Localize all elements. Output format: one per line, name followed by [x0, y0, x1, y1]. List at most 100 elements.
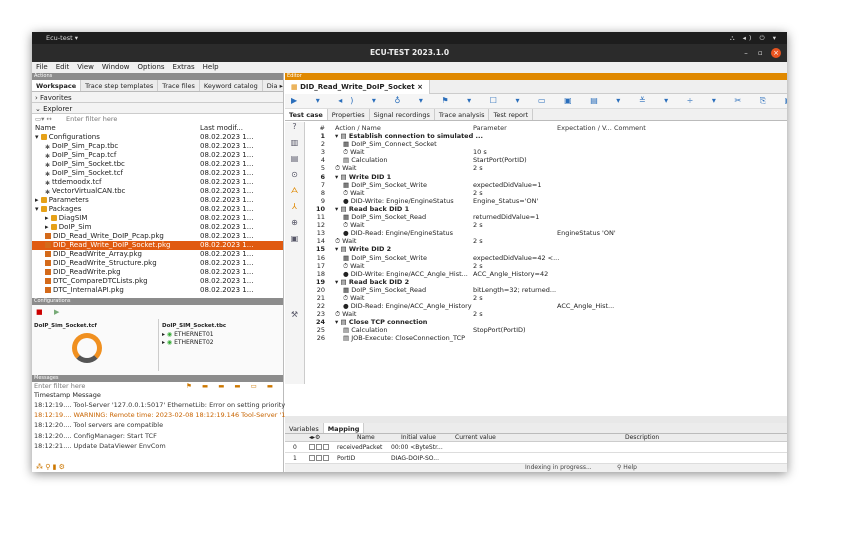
- test-step-row[interactable]: 3 ⏱ Wait 10 s: [307, 148, 785, 156]
- cfg-ethernet01[interactable]: ▸ ◉ ETHERNET01: [162, 331, 214, 338]
- variable-row[interactable]: 0 receivedPacket 00:00 <ByteStr...: [285, 442, 787, 453]
- tab-keyword-catalog[interactable]: Keyword catalog: [200, 80, 263, 91]
- test-step-row[interactable]: 17 ⏱ Wait 2 s: [307, 262, 785, 270]
- cfg-ethernet02[interactable]: ▸ ◉ ETHERNET02: [162, 339, 214, 346]
- checkbox[interactable]: [309, 455, 315, 461]
- tab-properties[interactable]: Properties: [328, 109, 370, 120]
- filter-input[interactable]: Enter filter here: [66, 115, 117, 123]
- test-step-row[interactable]: 12 ⏱ Wait 2 s: [307, 221, 785, 229]
- message-row[interactable]: 18:12:19.... WARNING: Remote time: 2023-…: [34, 410, 308, 420]
- tree-item[interactable]: DID_Read_Write_DoIP_Pcap.pkg 08.02.2023 1…: [32, 232, 283, 241]
- expand-icon[interactable]: ▸: [45, 214, 51, 222]
- test-step-row[interactable]: 19 ▾ ▤ Read back DID 2: [307, 278, 785, 286]
- test-step-row[interactable]: 18 ● DID-Write: Engine/ACC_Angle_Hist... A…: [307, 270, 785, 278]
- test-step-row[interactable]: 1 ▾ ▤ Establish connection to simulated .…: [307, 132, 785, 140]
- tree-item[interactable]: DTC_InternalAPI.pkg 08.02.2023 1...: [32, 286, 283, 295]
- variable-checkboxes[interactable]: [309, 442, 330, 453]
- variable-row[interactable]: 1 PortID DIAG-DOIP-SO...: [285, 453, 787, 464]
- globe-icon[interactable]: ⊕: [285, 218, 304, 234]
- tab-test-case[interactable]: Test case: [285, 109, 328, 120]
- tree-item[interactable]: ✱ DoIP_Sim_Pcap.tbc 08.02.2023 1...: [32, 142, 283, 151]
- tab-workspace[interactable]: Workspace: [32, 80, 82, 91]
- checkbox[interactable]: [316, 444, 322, 450]
- bus-icon[interactable]: ᗋ: [285, 186, 304, 202]
- vtable-tools-icon[interactable]: ◂▸⚙: [309, 434, 320, 441]
- menu-extras[interactable]: Extras: [169, 62, 199, 72]
- test-step-row[interactable]: 5 ⏱ Wait 2 s: [307, 164, 785, 172]
- close-button[interactable]: ×: [771, 48, 781, 58]
- help-link[interactable]: ⚲ Help: [617, 464, 637, 471]
- msg-filter-input[interactable]: Enter filter here: [34, 382, 85, 390]
- expand-icon[interactable]: ▾: [35, 205, 41, 213]
- system-indicators[interactable]: ⛬ ◂) ⏻ ▾: [730, 34, 779, 43]
- message-row[interactable]: 18:12:21.... Update DataViewer EnvCom: [34, 441, 283, 451]
- test-step-row[interactable]: 15 ▾ ▤ Write DID 2: [307, 245, 785, 253]
- editor-toolbar[interactable]: ▶ ▾ ◂) ▾ ♁ ▾ ⚑ ▾ ☐ ▾ ▭ ▣ ▤ ▾ ≚ ▾ ÷ ▾ ✂ ⎘…: [285, 94, 787, 109]
- tree-item[interactable]: DTC_CompareDTCLists.pkg 08.02.2023 1...: [32, 277, 283, 286]
- expand-icon[interactable]: ▸: [45, 223, 51, 231]
- tab-trace-analysis[interactable]: Trace analysis: [435, 109, 490, 120]
- menu-view[interactable]: View: [73, 62, 98, 72]
- chip-icon[interactable]: ▣: [285, 234, 304, 250]
- doc-tab-close-icon[interactable]: ×: [417, 83, 423, 91]
- tab-variables[interactable]: Variables: [285, 423, 324, 433]
- tree-item[interactable]: DID_Read_Write_DoIP_Socket.pkg 08.02.2023…: [32, 241, 283, 250]
- variable-checkboxes[interactable]: [309, 453, 330, 464]
- checkbox[interactable]: [323, 455, 329, 461]
- test-step-row[interactable]: 6 ▾ ▤ Write DID 1: [307, 173, 785, 181]
- message-row[interactable]: 18:12:20.... Tool servers are compatible: [34, 420, 283, 430]
- play-icon[interactable]: ▶: [54, 308, 59, 316]
- tree-item[interactable]: DID_ReadWrite.pkg 08.02.2023 1...: [32, 268, 283, 277]
- test-step-row[interactable]: 4 ▤ Calculation StartPort(PortID): [307, 156, 785, 164]
- wrench-icon[interactable]: ⚒: [285, 310, 304, 326]
- menu-options[interactable]: Options: [134, 62, 169, 72]
- test-step-row[interactable]: 22 ● DID-Read: Engine/ACC_Angle_History AC…: [307, 302, 785, 310]
- maximize-button[interactable]: ▫: [758, 49, 763, 57]
- menu-window[interactable]: Window: [98, 62, 134, 72]
- test-step-row[interactable]: 24 ▾ ▤ Close TCP connection: [307, 318, 785, 326]
- filter-toggle-icon[interactable]: ▭▾ ↔: [35, 115, 52, 123]
- menu-edit[interactable]: Edit: [52, 62, 74, 72]
- tree-item[interactable]: ✱ DoIP_Sim_Socket.tcf 08.02.2023 1...: [32, 169, 283, 178]
- tab-test-report[interactable]: Test report: [489, 109, 534, 120]
- tree-item[interactable]: ▸ DiagSIM 08.02.2023 1...: [32, 214, 283, 223]
- app-menu[interactable]: Ecu-test ▾: [46, 34, 78, 42]
- tab-trace-files[interactable]: Trace files: [158, 80, 200, 91]
- network-icon[interactable]: ⅄: [285, 202, 304, 218]
- minimize-button[interactable]: –: [744, 49, 748, 57]
- tree-item[interactable]: ▸ DoIP_Sim 08.02.2023 1...: [32, 223, 283, 232]
- checkbox[interactable]: [323, 444, 329, 450]
- tree-item[interactable]: ▸ Parameters 08.02.2023 1...: [32, 196, 283, 205]
- stop-icon[interactable]: ■: [36, 308, 43, 316]
- col-name[interactable]: Name: [35, 124, 56, 132]
- test-step-row[interactable]: 20 ▦ DoIP_Sim_Socket_Read bitLength=32; re…: [307, 286, 785, 294]
- tab-trace-step-templates[interactable]: Trace step templates: [81, 80, 159, 91]
- test-step-row[interactable]: 13 ● DID-Read: Engine/EngineStatus EngineS…: [307, 229, 785, 237]
- component-icon[interactable]: ▥: [285, 138, 304, 154]
- test-step-row[interactable]: 9 ● DID-Write: Engine/EngineStatus Engine_…: [307, 197, 785, 205]
- favorites-section[interactable]: › Favorites: [32, 92, 283, 103]
- message-row[interactable]: 18:12:19.... Tool-Server '127.0.0.1:5017…: [34, 400, 302, 410]
- tree-item[interactable]: ▾ Configurations 08.02.2023 1...: [32, 133, 283, 142]
- status-icons[interactable]: ⁂ ⚲ ▮ ⚙: [36, 463, 65, 471]
- checkbox[interactable]: [316, 455, 322, 461]
- tab-mapping[interactable]: Mapping: [323, 423, 365, 433]
- test-step-row[interactable]: 14 ⏱ Wait 2 s: [307, 237, 785, 245]
- tree-item[interactable]: ✱ ttdemoodx.tcf 08.02.2023 1...: [32, 178, 283, 187]
- menu-help[interactable]: Help: [199, 62, 223, 72]
- help-icon[interactable]: ?: [285, 122, 304, 138]
- test-step-row[interactable]: 26 ▤ JOB-Execute: CloseConnection_TCP: [307, 334, 785, 342]
- explorer-section[interactable]: ⌄ Explorer: [32, 103, 283, 114]
- menu-file[interactable]: File: [32, 62, 52, 72]
- tab-signal-recordings[interactable]: Signal recordings: [370, 109, 435, 120]
- test-step-row[interactable]: 25 ▤ Calculation StopPort(PortID): [307, 326, 785, 334]
- test-step-row[interactable]: 21 ⏱ Wait 2 s: [307, 294, 785, 302]
- tree-item[interactable]: ✱ DoIP_Sim_Socket.tbc 08.02.2023 1...: [32, 160, 283, 169]
- test-step-row[interactable]: 11 ▦ DoIP_Sim_Socket_Read returnedDidValue…: [307, 213, 785, 221]
- doc-tab[interactable]: ▦ DID_Read_Write_DoIP_Socket ×: [285, 80, 430, 94]
- test-step-row[interactable]: 23 ⏱ Wait 2 s: [307, 310, 785, 318]
- checkbox[interactable]: [309, 444, 315, 450]
- message-row[interactable]: 18:12:20.... ConfigManager: Start TCF: [34, 431, 283, 441]
- signal-icon[interactable]: ⊙: [285, 170, 304, 186]
- tree-item[interactable]: DID_ReadWrite_Array.pkg 08.02.2023 1...: [32, 250, 283, 259]
